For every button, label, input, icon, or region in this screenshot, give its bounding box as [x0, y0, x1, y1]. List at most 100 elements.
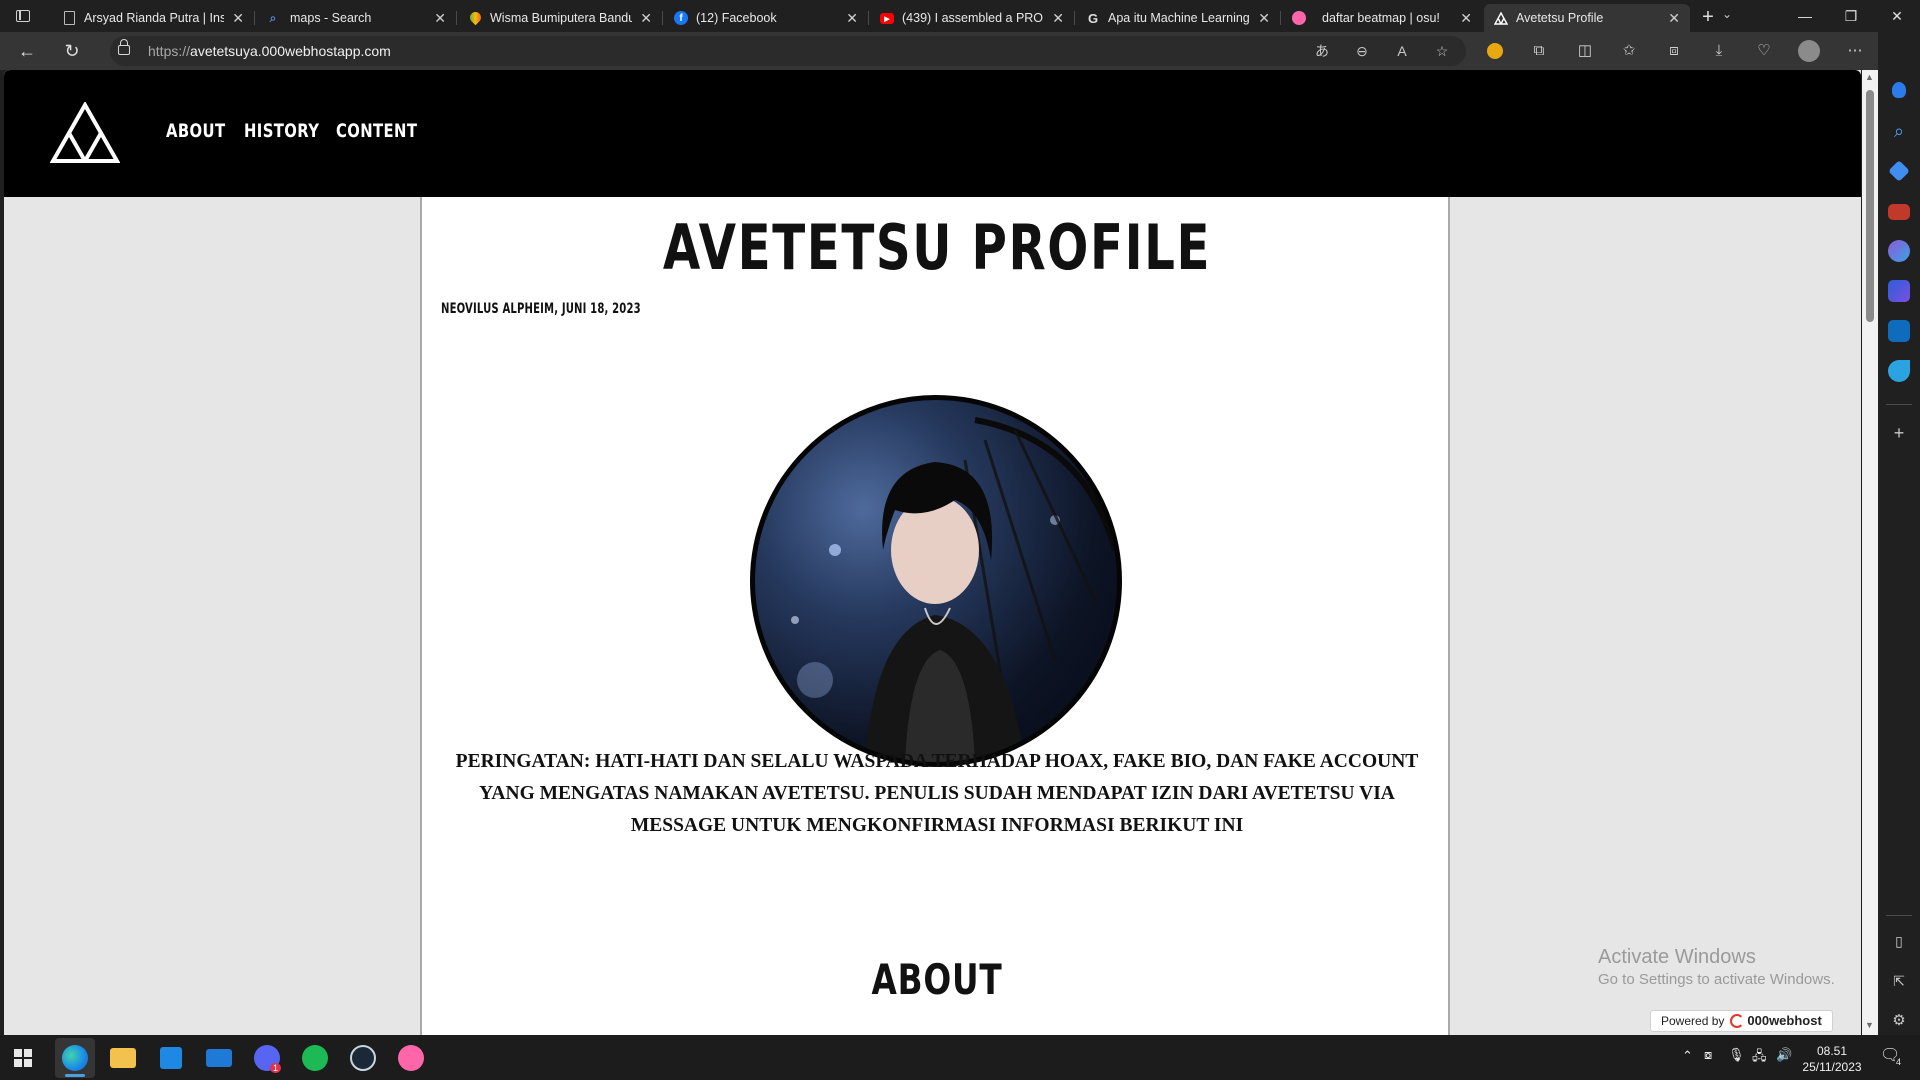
url-text[interactable]: https://avetetsuya.000webhostapp.com	[148, 43, 391, 59]
profile-avatar-icon[interactable]	[1798, 40, 1820, 62]
tab-3[interactable]: f (12) Facebook ✕	[664, 4, 869, 32]
nav-content[interactable]: CONTENT	[336, 120, 417, 142]
tab-0[interactable]: Arsyad Rianda Putra | InsC ✕	[52, 4, 255, 32]
close-tab-icon[interactable]: ✕	[1052, 10, 1064, 27]
tray-volume-icon[interactable]: 🔊	[1776, 1047, 1792, 1063]
restore-icon[interactable]: ❐	[1828, 4, 1874, 28]
scroll-thumb[interactable]	[1866, 90, 1874, 322]
powered-by-label: Powered by	[1661, 1014, 1725, 1028]
site-logo-icon	[1494, 11, 1508, 25]
taskbar-discord[interactable]: 1	[247, 1038, 287, 1078]
close-tab-icon[interactable]: ✕	[232, 10, 244, 27]
downloads-icon[interactable]: ⤓	[1708, 41, 1730, 61]
taskbar-clock[interactable]: 08.51 25/11/2023	[1800, 1043, 1864, 1075]
tab-5[interactable]: G Apa itu Machine Learning ✕	[1076, 4, 1281, 32]
start-button[interactable]	[3, 1038, 43, 1078]
scroll-down-icon[interactable]: ▼	[1865, 1020, 1874, 1030]
close-tab-icon[interactable]: ✕	[1258, 10, 1270, 27]
byline: NEOVILUS ALPHEIM, JUNI 18, 2023	[441, 301, 641, 317]
sidebar-settings-gear-icon[interactable]: ⚙	[1888, 1010, 1910, 1032]
extension-badge-icon[interactable]	[1484, 41, 1506, 61]
tab-6[interactable]: daftar beatmap | osu! ✕	[1282, 4, 1482, 32]
collections-icon[interactable]: ⧈	[1663, 41, 1685, 61]
translate-icon[interactable]: あ	[1312, 42, 1332, 60]
tab-list-chevron-icon[interactable]: ⌄	[1722, 7, 1732, 21]
page-scrollbar[interactable]: ▲ ▼	[1862, 70, 1878, 1035]
steam-icon	[350, 1045, 376, 1071]
profile-avatar-image	[750, 395, 1122, 767]
search-icon[interactable]: ⌕	[1888, 120, 1910, 142]
taskbar-edge[interactable]	[55, 1038, 95, 1078]
tab-1[interactable]: ⌕ maps - Search ✕	[256, 4, 457, 32]
store-icon	[160, 1047, 182, 1069]
add-sidebar-app-icon[interactable]: +	[1888, 422, 1910, 444]
performance-heart-icon[interactable]: ♡	[1753, 41, 1775, 61]
close-tab-icon[interactable]: ✕	[434, 10, 446, 27]
nav-history[interactable]: HISTORY	[244, 120, 319, 142]
tools-briefcase-icon[interactable]	[1888, 204, 1910, 220]
google-maps-icon	[467, 9, 484, 26]
tab-title: Wisma Bumiputera Bandu	[490, 11, 632, 25]
taskbar-mail[interactable]	[199, 1038, 239, 1078]
tab-title: Arsyad Rianda Putra | InsC	[84, 11, 224, 25]
close-tab-icon[interactable]: ✕	[640, 10, 652, 27]
tab-title: (439) I assembled a PRO R	[902, 11, 1044, 25]
nav-about[interactable]: ABOUT	[166, 120, 225, 142]
hide-sidebar-icon[interactable]: ▯	[1888, 930, 1910, 952]
tray-overflow-chevron-icon[interactable]: ⌃	[1682, 1048, 1693, 1064]
tab-7-active[interactable]: Avetetsu Profile ✕	[1484, 4, 1690, 32]
new-tab-icon[interactable]: +	[1696, 6, 1720, 29]
microsoft-365-icon[interactable]	[1888, 280, 1910, 302]
address-toolbar: ← ↻ https://avetetsuya.000webhostapp.com…	[0, 32, 1920, 70]
tab-4[interactable]: ▶ (439) I assembled a PRO R ✕	[870, 4, 1075, 32]
sidebar-divider	[1886, 915, 1912, 916]
games-icon[interactable]	[1888, 240, 1910, 262]
url-host: avetetsuya.000webhostapp.com	[190, 43, 391, 59]
folder-icon	[110, 1048, 136, 1068]
lock-icon[interactable]	[118, 39, 130, 55]
close-tab-icon[interactable]: ✕	[846, 10, 858, 27]
tray-camera-icon[interactable]: ⧇	[1704, 1047, 1712, 1063]
powered-by-badge[interactable]: Powered by 000webhost	[1650, 1010, 1833, 1032]
refresh-icon[interactable]: ↻	[59, 39, 85, 63]
shopping-tag-icon[interactable]	[1888, 160, 1910, 182]
discord-badge: 1	[269, 1063, 281, 1073]
extensions-icon[interactable]: ⧉	[1528, 41, 1550, 61]
tray-microphone-icon[interactable]: 🎙	[1728, 1047, 1745, 1063]
taskbar-store[interactable]	[151, 1038, 191, 1078]
read-aloud-icon[interactable]: A	[1392, 42, 1412, 60]
taskbar-spotify[interactable]	[295, 1038, 335, 1078]
favorite-star-icon[interactable]: ☆	[1432, 42, 1452, 60]
g-icon: G	[1087, 10, 1099, 26]
scroll-up-icon[interactable]: ▲	[1865, 72, 1874, 82]
more-menu-icon[interactable]: ⋯	[1844, 41, 1866, 61]
taskbar-osu[interactable]	[391, 1038, 431, 1078]
zoom-out-icon[interactable]: ⊖	[1352, 42, 1372, 60]
site-header: ABOUT HISTORY CONTENT	[4, 70, 1861, 197]
drop-send-icon[interactable]	[1888, 360, 1910, 382]
site-logo-icon[interactable]	[49, 100, 121, 164]
edge-icon	[62, 1045, 88, 1071]
tray-network-icon[interactable]: 🖧	[1752, 1047, 1767, 1069]
tab-actions-icon[interactable]	[12, 7, 34, 25]
minimize-icon[interactable]: —	[1782, 4, 1828, 28]
activate-title: Activate Windows	[1598, 946, 1756, 968]
windows-taskbar: 1 ⌃ ⧇ 🎙 🖧 🔊 08.51 25/11/2023 🗨 4	[0, 1035, 1920, 1080]
outlook-icon[interactable]	[1888, 320, 1910, 342]
tab-title: Apa itu Machine Learning	[1108, 11, 1250, 25]
close-tab-icon[interactable]: ✕	[1460, 10, 1472, 27]
split-screen-icon[interactable]: ◫	[1574, 41, 1596, 61]
clock-date: 25/11/2023	[1802, 1060, 1862, 1074]
back-icon[interactable]: ←	[14, 39, 40, 63]
tab-2[interactable]: Wisma Bumiputera Bandu ✕	[458, 4, 663, 32]
favorites-icon[interactable]: ✩	[1618, 41, 1640, 61]
external-open-icon[interactable]: ⇱	[1888, 970, 1910, 992]
taskbar-steam[interactable]	[343, 1038, 383, 1078]
taskbar-file-explorer[interactable]	[103, 1038, 143, 1078]
activate-windows-watermark: Activate Windows Go to Settings to activ…	[1598, 946, 1835, 988]
close-tab-icon[interactable]: ✕	[1668, 10, 1680, 27]
close-window-icon[interactable]: ✕	[1874, 4, 1920, 28]
notifications-bell-icon[interactable]	[1892, 82, 1906, 98]
000webhost-logo-icon	[1730, 1014, 1745, 1028]
page-viewport: ABOUT HISTORY CONTENT AVETETSU PROFILE N…	[4, 70, 1861, 1035]
